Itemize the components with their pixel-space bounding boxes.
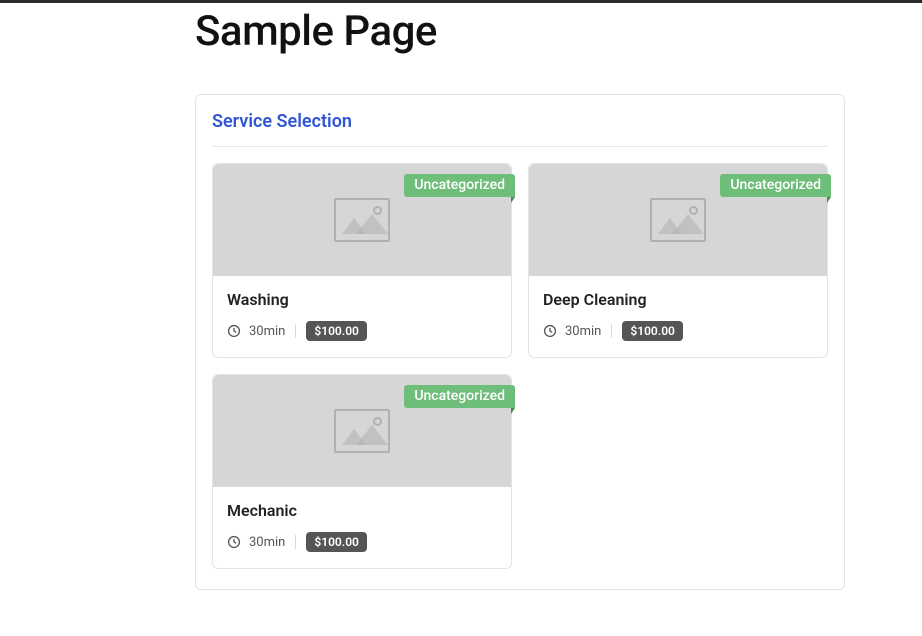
image-placeholder-icon [334,198,390,242]
category-badge: Uncategorized [720,174,831,197]
service-name: Washing [227,290,497,309]
image-placeholder-icon [650,198,706,242]
service-duration: 30min [565,324,601,339]
service-card[interactable]: Uncategorized Washing 30min $100.00 [212,163,512,358]
service-meta: 30min $100.00 [543,321,813,341]
page-content: Sample Page Service Selection Uncategori… [0,7,922,590]
service-meta: 30min $100.00 [227,321,497,341]
service-card[interactable]: Uncategorized Mechanic 30min $100.00 [212,374,512,569]
category-badge: Uncategorized [404,385,515,408]
service-card-body: Mechanic 30min $100.00 [213,487,511,568]
category-badge: Uncategorized [404,174,515,197]
service-duration: 30min [249,324,285,339]
top-bar [0,0,922,3]
service-price-badge: $100.00 [306,321,367,341]
clock-icon [227,324,241,338]
image-placeholder-icon [334,409,390,453]
clock-icon [227,535,241,549]
clock-icon [543,324,557,338]
service-cards: Uncategorized Washing 30min $100.00 [212,163,828,569]
service-meta: 30min $100.00 [227,532,497,552]
service-price-badge: $100.00 [622,321,683,341]
service-card-body: Washing 30min $100.00 [213,276,511,357]
service-card-body: Deep Cleaning 30min $100.00 [529,276,827,357]
service-name: Deep Cleaning [543,290,813,309]
service-price-badge: $100.00 [306,532,367,552]
meta-separator [295,324,296,338]
service-selection-panel: Service Selection Uncategorized Washing [195,94,845,590]
meta-separator [295,535,296,549]
service-name: Mechanic [227,501,497,520]
meta-separator [611,324,612,338]
service-duration: 30min [249,535,285,550]
service-card[interactable]: Uncategorized Deep Cleaning 30min $100.0… [528,163,828,358]
page-title: Sample Page [195,7,922,56]
panel-title: Service Selection [212,111,828,147]
